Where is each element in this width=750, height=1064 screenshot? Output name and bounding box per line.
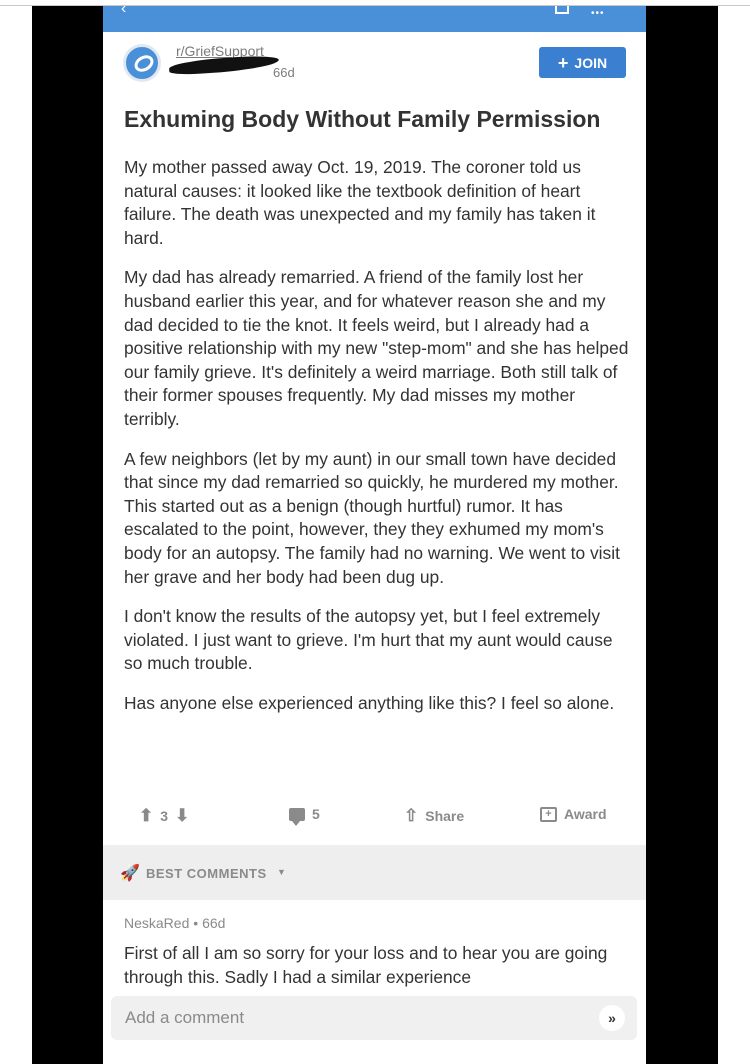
- downvote-icon[interactable]: ⬇: [175, 806, 189, 826]
- share-icon: ⇧: [404, 806, 419, 825]
- separator-dot: •: [193, 915, 203, 931]
- comment-input-placeholder[interactable]: Add a comment: [125, 1008, 244, 1028]
- post-paragraph: Has anyone else experienced anything lik…: [124, 692, 615, 713]
- post-paragraph: I don't know the results of the autopsy …: [124, 606, 613, 674]
- comments-button[interactable]: 5: [289, 806, 320, 826]
- rocket-icon: 🚀: [120, 865, 140, 882]
- bookmark-icon[interactable]: [555, 6, 569, 14]
- post-body: My mother passed away Oct. 19, 2019. The…: [124, 156, 629, 731]
- back-arrow-icon[interactable]: ‹: [121, 6, 126, 18]
- subreddit-avatar[interactable]: [123, 44, 161, 82]
- comment-composer[interactable]: Add a comment »: [111, 996, 637, 1040]
- black-border-right: [646, 6, 718, 1064]
- post-title: Exhuming Body Without Family Permission: [124, 106, 601, 132]
- post-paragraph: My dad has already remarried. A friend o…: [124, 267, 629, 429]
- share-button[interactable]: ⇧ Share: [404, 806, 464, 826]
- join-button[interactable]: + JOIN: [539, 47, 626, 78]
- chevron-down-icon: ▼: [277, 867, 286, 877]
- more-options-icon[interactable]: •••: [591, 8, 605, 19]
- expand-comments-icon[interactable]: »: [599, 1005, 625, 1031]
- comment-author[interactable]: NeskaRed: [124, 915, 189, 931]
- black-border-left: [32, 6, 103, 1064]
- comment-sort-label: BEST COMMENTS: [146, 866, 267, 881]
- join-label: JOIN: [574, 54, 608, 71]
- score-count: 3: [160, 808, 169, 824]
- award-icon: +: [540, 806, 557, 822]
- comment-age: 66d: [202, 915, 226, 931]
- white-edge-right: [718, 6, 750, 1064]
- plus-icon: +: [557, 52, 569, 73]
- comment-count: 5: [312, 806, 320, 822]
- share-label: Share: [425, 808, 465, 824]
- comment-meta: NeskaRed • 66d: [124, 915, 225, 931]
- post-paragraph: A few neighbors (let by my aunt) in our …: [124, 448, 620, 587]
- post-age: 66d: [273, 65, 295, 80]
- app-header: ‹ •••: [103, 6, 646, 32]
- phone-screen: ‹ ••• r/GriefSupport 66d + JOIN Exhuming…: [103, 6, 646, 1064]
- post-paragraph: My mother passed away Oct. 19, 2019. The…: [124, 157, 596, 248]
- post-action-bar: ⬆ 3 ⬇ 5 ⇧ Share + Award: [103, 802, 646, 830]
- comment-body: First of all I am so sorry for your loss…: [124, 943, 608, 987]
- vote-group: ⬆ 3 ⬇: [139, 806, 189, 826]
- award-button[interactable]: + Award: [540, 806, 607, 822]
- comment-icon: [289, 807, 305, 826]
- comment-sort-bar[interactable]: 🚀 BEST COMMENTS ▼: [103, 845, 646, 900]
- upvote-icon[interactable]: ⬆: [139, 806, 153, 826]
- award-label: Award: [564, 806, 607, 822]
